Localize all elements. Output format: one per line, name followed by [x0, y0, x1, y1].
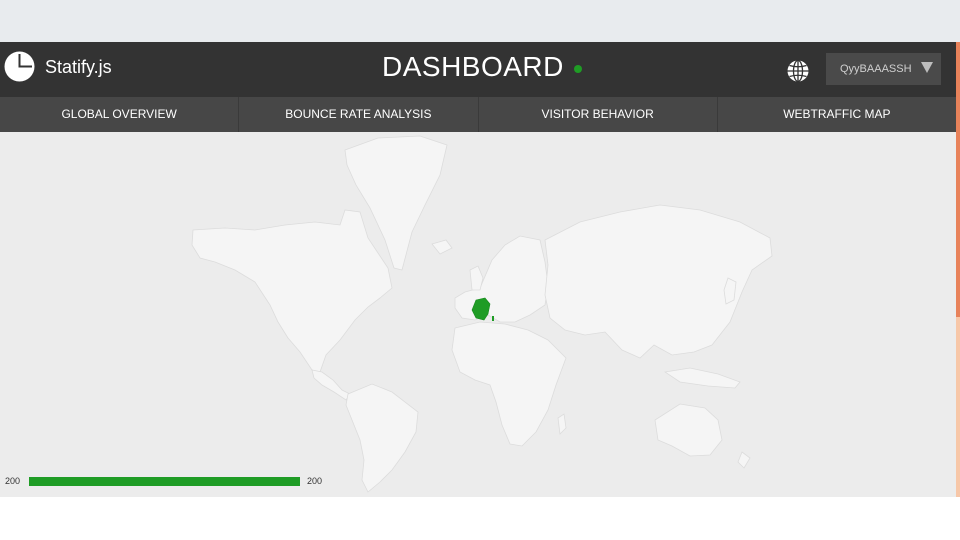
map-region-indonesia [663, 367, 741, 389]
tab-bounce-rate-analysis[interactable]: BOUNCE RATE ANALYSIS [239, 97, 479, 132]
legend-max-value: 200 [307, 476, 323, 486]
map-region-iceland [431, 239, 453, 255]
map-region-africa [451, 321, 567, 447]
map-region-new-zealand [737, 451, 751, 469]
tab-global-overview[interactable]: GLOBAL OVERVIEW [0, 97, 240, 132]
map-region-madagascar [557, 413, 567, 435]
webtraffic-map[interactable] [0, 132, 956, 497]
map-region-europe [454, 235, 549, 323]
page-title: DASHBOARD [382, 51, 564, 82]
chevron-down-icon [921, 62, 933, 73]
main-nav: GLOBAL OVERVIEW BOUNCE RATE ANALYSIS VIS… [0, 97, 956, 132]
legend-min-value: 200 [5, 476, 21, 486]
map-region-north-america [191, 209, 393, 373]
browser-top-strip [0, 0, 960, 42]
scrollbar-thumb[interactable] [956, 42, 960, 317]
map-region-corsica [492, 316, 494, 321]
tab-webtraffic-map[interactable]: WEBTRAFFIC MAP [718, 97, 956, 132]
map-region-central-america [311, 369, 351, 401]
world-map[interactable] [0, 132, 956, 497]
globe-icon[interactable] [786, 59, 810, 83]
map-region-australia [654, 403, 723, 457]
brand-name[interactable]: Statify.js [45, 57, 112, 78]
map-region-uk [469, 265, 484, 291]
pie-chart-logo-icon [4, 51, 35, 82]
status-indicator [574, 65, 582, 73]
map-region-asia [544, 204, 773, 359]
user-name: QyyBAAASSH [840, 63, 912, 75]
tab-visitor-behavior[interactable]: VISITOR BEHAVIOR [479, 97, 718, 132]
legend-color-scale [29, 477, 300, 486]
app-header: Statify.js DASHBOARD QyyBAAASSH [0, 42, 956, 97]
user-select[interactable]: QyyBAAASSH [826, 53, 941, 85]
map-region-south-america [345, 383, 419, 493]
